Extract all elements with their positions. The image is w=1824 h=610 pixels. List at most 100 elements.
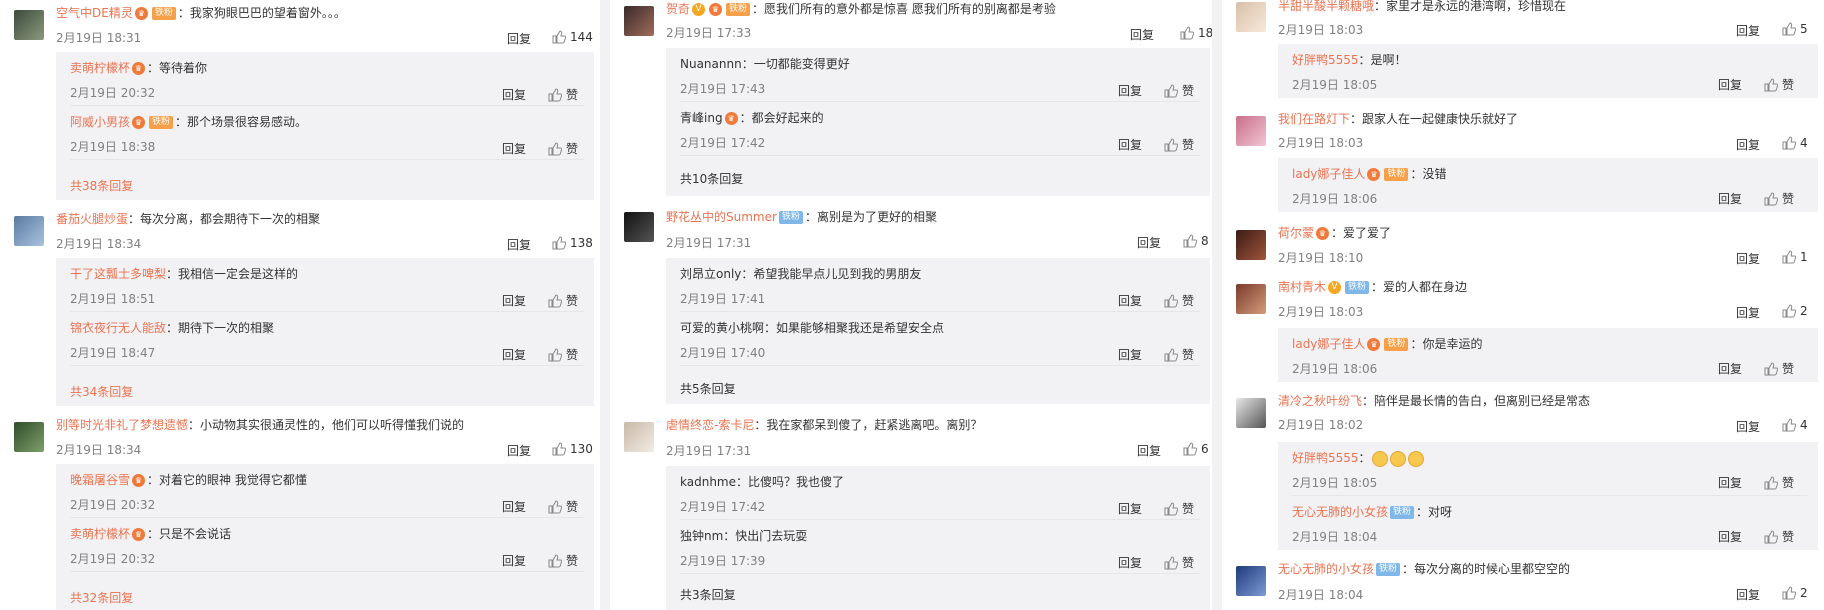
comment-username[interactable]: 无心无肺的小女孩 [1278,562,1374,576]
reply-username[interactable]: lady娜子佳人 [1292,337,1365,351]
reply-button[interactable]: 回复 [1137,442,1161,459]
more-replies-link[interactable]: 共32条回复 [70,589,133,606]
reply-button[interactable]: 回复 [1118,346,1142,363]
like-button[interactable]: 1 [1782,250,1808,264]
reply-button[interactable]: 回复 [502,86,526,103]
reply-username[interactable]: 晚霜屠谷雪 [70,473,130,487]
avatar[interactable] [14,10,44,40]
reply-button[interactable]: 回复 [507,442,531,459]
like-button[interactable]: 赞 [548,86,578,103]
reply-button[interactable]: 回复 [1130,26,1154,43]
reply-button[interactable]: 回复 [1736,586,1760,603]
more-replies-link[interactable]: 共38条回复 [70,177,133,194]
like-button[interactable]: 赞 [1764,360,1794,377]
reply-username[interactable]: 刘昂立only [680,267,741,281]
like-button[interactable]: 赞 [1164,554,1194,571]
comment-username[interactable]: 半甜半酸半颗糖哦 [1278,0,1374,13]
avatar[interactable] [1236,230,1266,260]
reply-button[interactable]: 回复 [1118,292,1142,309]
like-button[interactable]: 赞 [1164,136,1194,153]
like-button[interactable]: 赞 [1164,346,1194,363]
comment-username[interactable]: 虐情终恋-索卡尼 [666,418,754,432]
more-replies-link[interactable]: 共5条回复 [680,380,736,397]
like-button[interactable]: 5 [1782,22,1808,36]
reply-button[interactable]: 回复 [507,30,531,47]
reply-username[interactable]: kadnhme [680,475,736,489]
reply-button[interactable]: 回复 [1137,234,1161,251]
reply-button[interactable]: 回复 [1736,22,1760,39]
reply-button[interactable]: 回复 [502,292,526,309]
reply-username[interactable]: 干了这瓢士多啤梨 [70,267,166,281]
avatar[interactable] [1236,398,1266,428]
reply-button[interactable]: 回复 [1736,418,1760,435]
like-button[interactable]: 144 [552,30,593,44]
like-button[interactable]: 赞 [1764,76,1794,93]
comment-username[interactable]: 我们在路灯下 [1278,112,1350,126]
comment-username[interactable]: 荷尔蒙 [1278,226,1314,240]
reply-button[interactable]: 回复 [1718,528,1742,545]
avatar[interactable] [1236,284,1266,314]
reply-button[interactable]: 回复 [502,498,526,515]
reply-button[interactable]: 回复 [1718,360,1742,377]
like-button[interactable]: 138 [552,236,593,250]
more-replies-link[interactable]: 共34条回复 [70,383,133,400]
reply-username[interactable]: 好胖鸭5555 [1292,451,1359,465]
like-button[interactable]: 赞 [548,498,578,515]
comment-username[interactable]: 南村青木 [1278,280,1326,294]
reply-username[interactable]: 可爱的黄小桃啊 [680,321,764,335]
comment-username[interactable]: 番茄火腿炒蛋 [56,212,128,226]
reply-username[interactable]: 独钟nm [680,529,723,543]
comment-username[interactable]: 空气中DE精灵 [56,6,133,20]
like-button[interactable]: 赞 [1164,500,1194,517]
avatar[interactable] [624,212,654,242]
avatar[interactable] [624,422,654,452]
like-button[interactable]: 4 [1782,136,1808,150]
avatar[interactable] [1236,566,1266,596]
reply-username[interactable]: 好胖鸭5555 [1292,53,1359,67]
like-button[interactable]: 6 [1183,442,1209,456]
like-button[interactable]: 130 [552,442,593,456]
reply-button[interactable]: 回复 [507,236,531,253]
like-button[interactable]: 赞 [548,346,578,363]
like-button[interactable]: 赞 [1764,190,1794,207]
reply-button[interactable]: 回复 [1118,500,1142,517]
avatar[interactable] [14,422,44,452]
reply-button[interactable]: 回复 [1118,136,1142,153]
like-button[interactable]: 赞 [548,292,578,309]
like-button[interactable]: 赞 [1164,82,1194,99]
reply-button[interactable]: 回复 [1718,76,1742,93]
reply-username[interactable]: lady娜子佳人 [1292,167,1365,181]
reply-username[interactable]: Nuanannn [680,57,742,71]
like-button[interactable]: 赞 [548,140,578,157]
like-button[interactable]: 4 [1782,418,1808,432]
reply-button[interactable]: 回复 [502,552,526,569]
reply-username[interactable]: 卖萌柠檬杯 [70,61,130,75]
like-button[interactable]: 2 [1782,586,1808,600]
reply-button[interactable]: 回复 [502,140,526,157]
reply-button[interactable]: 回复 [1736,304,1760,321]
comment-username[interactable]: 别等时光非礼了梦想遗憾 [56,418,188,432]
reply-username[interactable]: 无心无肺的小女孩 [1292,505,1388,519]
reply-button[interactable]: 回复 [1118,554,1142,571]
reply-button[interactable]: 回复 [1736,136,1760,153]
like-button[interactable]: 赞 [1164,292,1194,309]
reply-button[interactable]: 回复 [1736,250,1760,267]
reply-button[interactable]: 回复 [1118,82,1142,99]
like-button[interactable]: 赞 [1764,528,1794,545]
avatar[interactable] [1236,116,1266,146]
like-button[interactable]: 8 [1183,234,1209,248]
reply-username[interactable]: 青峰ing [680,111,723,125]
reply-username[interactable]: 阿威小男孩 [70,115,130,129]
reply-button[interactable]: 回复 [502,346,526,363]
more-replies-link[interactable]: 共3条回复 [680,586,736,603]
avatar[interactable] [14,216,44,246]
comment-username[interactable]: 贺奇 [666,2,690,16]
avatar[interactable] [1236,2,1266,32]
like-button[interactable]: 赞 [1764,474,1794,491]
like-button[interactable]: 赞 [548,552,578,569]
comment-username[interactable]: 清冷之秋叶纷飞 [1278,394,1362,408]
reply-username[interactable]: 卖萌柠檬杯 [70,527,130,541]
avatar[interactable] [624,6,654,36]
reply-button[interactable]: 回复 [1718,474,1742,491]
like-button[interactable]: 2 [1782,304,1808,318]
